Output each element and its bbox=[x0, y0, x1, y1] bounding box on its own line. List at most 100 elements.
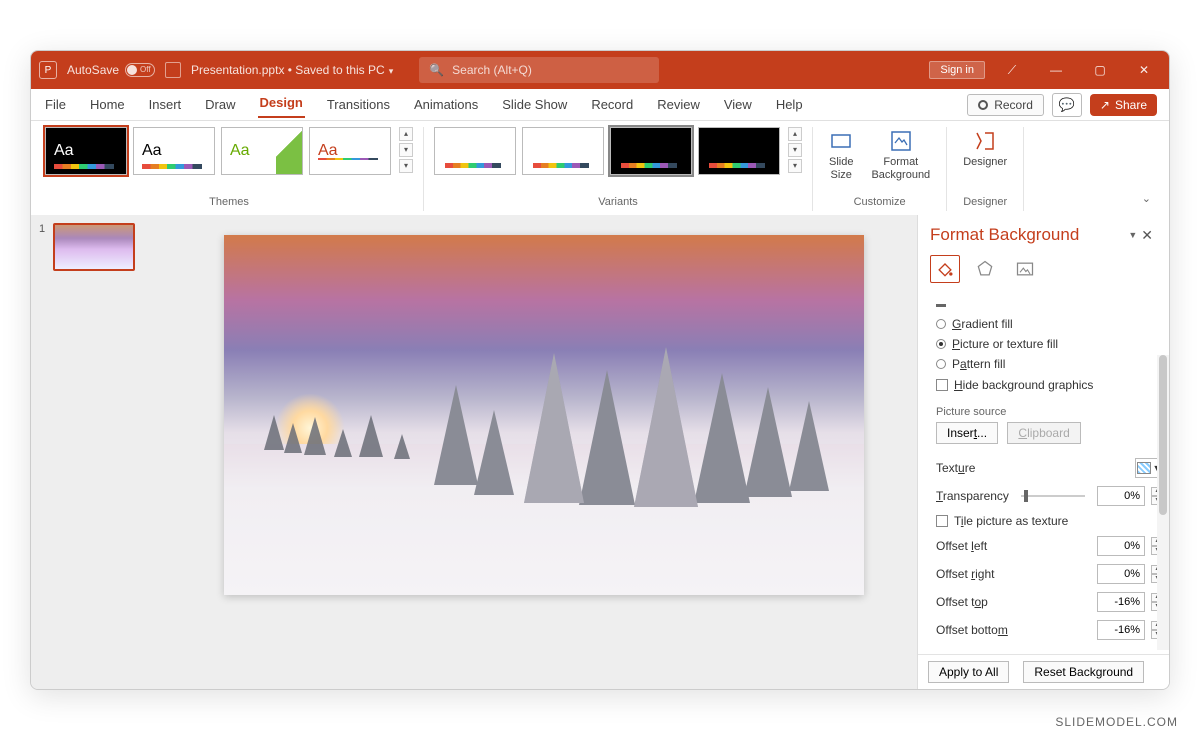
group-label-themes: Themes bbox=[209, 196, 249, 211]
comments-button[interactable]: 💬 bbox=[1052, 93, 1082, 117]
autosave-label: AutoSave bbox=[67, 63, 119, 77]
variant-option-2[interactable] bbox=[522, 127, 604, 175]
document-title[interactable]: Presentation.pptx • Saved to this PC▾ bbox=[191, 63, 393, 77]
apply-to-all-button[interactable]: Apply to All bbox=[928, 661, 1009, 683]
close-icon[interactable]: ✕ bbox=[1127, 63, 1161, 77]
transparency-input[interactable] bbox=[1097, 486, 1145, 506]
tab-slideshow[interactable]: Slide Show bbox=[500, 93, 569, 116]
offset-right-input[interactable] bbox=[1097, 564, 1145, 584]
format-background-button[interactable]: Format Background bbox=[865, 127, 936, 184]
slide-thumbnail-rail: 1 bbox=[31, 215, 171, 689]
offset-top-label: Offset top bbox=[936, 595, 1091, 609]
offset-right-label: Offset right bbox=[936, 567, 1091, 581]
tab-design[interactable]: Design bbox=[258, 91, 305, 118]
offset-left-input[interactable] bbox=[1097, 536, 1145, 556]
checkbox-tile[interactable]: Tile picture as texture bbox=[936, 510, 1163, 532]
share-button[interactable]: ↗Share bbox=[1090, 94, 1157, 116]
format-background-pane: Format Background ▼ ✕ ▬ GGradient fillra… bbox=[917, 215, 1169, 689]
slide-canvas-area bbox=[171, 215, 917, 689]
radio-pattern-fill[interactable]: Pattern fill bbox=[936, 354, 1163, 374]
designer-icon bbox=[973, 129, 997, 153]
tab-review[interactable]: Review bbox=[655, 93, 702, 116]
texture-label: Texture bbox=[936, 461, 1129, 475]
slide-number: 1 bbox=[39, 223, 45, 235]
reset-background-button[interactable]: Reset Background bbox=[1023, 661, 1144, 683]
radio-gradient-fill[interactable]: GGradient fillradient fill bbox=[936, 314, 1163, 334]
tab-file[interactable]: File bbox=[43, 93, 68, 116]
ribbon-options-icon[interactable]: ⟋ bbox=[995, 63, 1029, 78]
checkbox-hide-graphics[interactable]: Hide background graphics bbox=[936, 374, 1163, 396]
pane-scrollbar[interactable] bbox=[1157, 355, 1169, 650]
picture-tab-icon[interactable] bbox=[1010, 255, 1040, 283]
variants-expand[interactable]: ▾ bbox=[788, 159, 802, 173]
section-toggle[interactable]: ▬ bbox=[936, 299, 1163, 314]
theme-option-4[interactable]: Aa bbox=[309, 127, 391, 175]
ribbon: Aa Aa Aa Aa ▴ ▾ ▾ Themes ▴ ▾ bbox=[31, 121, 1169, 215]
signin-button[interactable]: Sign in bbox=[929, 61, 985, 79]
tab-draw[interactable]: Draw bbox=[203, 93, 237, 116]
themes-scroll-up[interactable]: ▴ bbox=[399, 127, 413, 141]
theme-option-3[interactable]: Aa bbox=[221, 127, 303, 175]
maximize-icon[interactable]: ▢ bbox=[1083, 63, 1117, 77]
transparency-slider[interactable] bbox=[1021, 495, 1085, 497]
group-label-customize: Customize bbox=[854, 196, 906, 211]
format-background-icon bbox=[889, 129, 913, 153]
effects-tab-icon[interactable] bbox=[970, 255, 1000, 283]
record-dot-icon bbox=[978, 100, 988, 110]
titlebar: P AutoSave Off Presentation.pptx • Saved… bbox=[31, 51, 1169, 89]
tab-animations[interactable]: Animations bbox=[412, 93, 480, 116]
workspace: 1 bbox=[31, 215, 1169, 689]
slide-thumbnail-1[interactable] bbox=[53, 223, 135, 271]
share-icon: ↗ bbox=[1100, 98, 1110, 112]
search-icon: 🔍 bbox=[429, 63, 444, 77]
ribbon-collapse-button[interactable]: ⌄ bbox=[1134, 186, 1159, 211]
tab-home[interactable]: Home bbox=[88, 93, 127, 116]
chevron-down-icon: ▾ bbox=[389, 66, 394, 76]
insert-picture-button[interactable]: Insert... bbox=[936, 422, 998, 444]
offset-top-input[interactable] bbox=[1097, 592, 1145, 612]
save-icon[interactable] bbox=[165, 62, 181, 78]
group-label-variants: Variants bbox=[598, 196, 638, 211]
powerpoint-icon: P bbox=[39, 61, 57, 79]
watermark: SLIDEMODEL.COM bbox=[1055, 715, 1178, 729]
designer-button[interactable]: Designer bbox=[957, 127, 1013, 171]
variant-option-4[interactable] bbox=[698, 127, 780, 175]
slide-size-icon bbox=[829, 129, 853, 153]
themes-expand[interactable]: ▾ bbox=[399, 159, 413, 173]
radio-picture-fill[interactable]: Picture or texture fill bbox=[936, 334, 1163, 354]
pane-menu-icon[interactable]: ▼ bbox=[1128, 230, 1137, 240]
offset-bottom-label: Offset bottom bbox=[936, 623, 1091, 637]
search-input[interactable]: 🔍 Search (Alt+Q) bbox=[419, 57, 659, 83]
toggle-switch-icon[interactable]: Off bbox=[125, 63, 155, 77]
offset-left-label: Offset left bbox=[936, 539, 1091, 553]
transparency-label: Transparency bbox=[936, 489, 1009, 503]
offset-bottom-input[interactable] bbox=[1097, 620, 1145, 640]
theme-option-1[interactable]: Aa bbox=[45, 127, 127, 175]
menu-bar: File Home Insert Draw Design Transitions… bbox=[31, 89, 1169, 121]
slide-preview[interactable] bbox=[224, 235, 864, 595]
slide-bg-trees bbox=[224, 235, 864, 595]
pane-close-button[interactable]: ✕ bbox=[1137, 227, 1157, 244]
pane-body: ▬ GGradient fillradient fill Picture or … bbox=[918, 291, 1169, 652]
clipboard-button[interactable]: Clipboard bbox=[1007, 422, 1080, 444]
minimize-icon[interactable]: — bbox=[1039, 63, 1073, 77]
themes-scroll-down[interactable]: ▾ bbox=[399, 143, 413, 157]
autosave-toggle[interactable]: AutoSave Off bbox=[67, 63, 155, 77]
group-label-designer: Designer bbox=[963, 196, 1007, 211]
tab-help[interactable]: Help bbox=[774, 93, 805, 116]
variants-scroll-up[interactable]: ▴ bbox=[788, 127, 802, 141]
comment-icon: 💬 bbox=[1059, 97, 1075, 113]
slide-size-button[interactable]: Slide Size bbox=[823, 127, 859, 184]
fill-tab-icon[interactable] bbox=[930, 255, 960, 283]
tab-record[interactable]: Record bbox=[589, 93, 635, 116]
tab-insert[interactable]: Insert bbox=[147, 93, 184, 116]
record-button[interactable]: Record bbox=[967, 94, 1044, 116]
variant-option-1[interactable] bbox=[434, 127, 516, 175]
variants-scroll-down[interactable]: ▾ bbox=[788, 143, 802, 157]
picture-source-label: Picture source bbox=[936, 406, 1163, 418]
variant-option-3[interactable] bbox=[610, 127, 692, 175]
tab-transitions[interactable]: Transitions bbox=[325, 93, 392, 116]
tab-view[interactable]: View bbox=[722, 93, 754, 116]
pane-title: Format Background bbox=[930, 225, 1124, 245]
theme-option-2[interactable]: Aa bbox=[133, 127, 215, 175]
